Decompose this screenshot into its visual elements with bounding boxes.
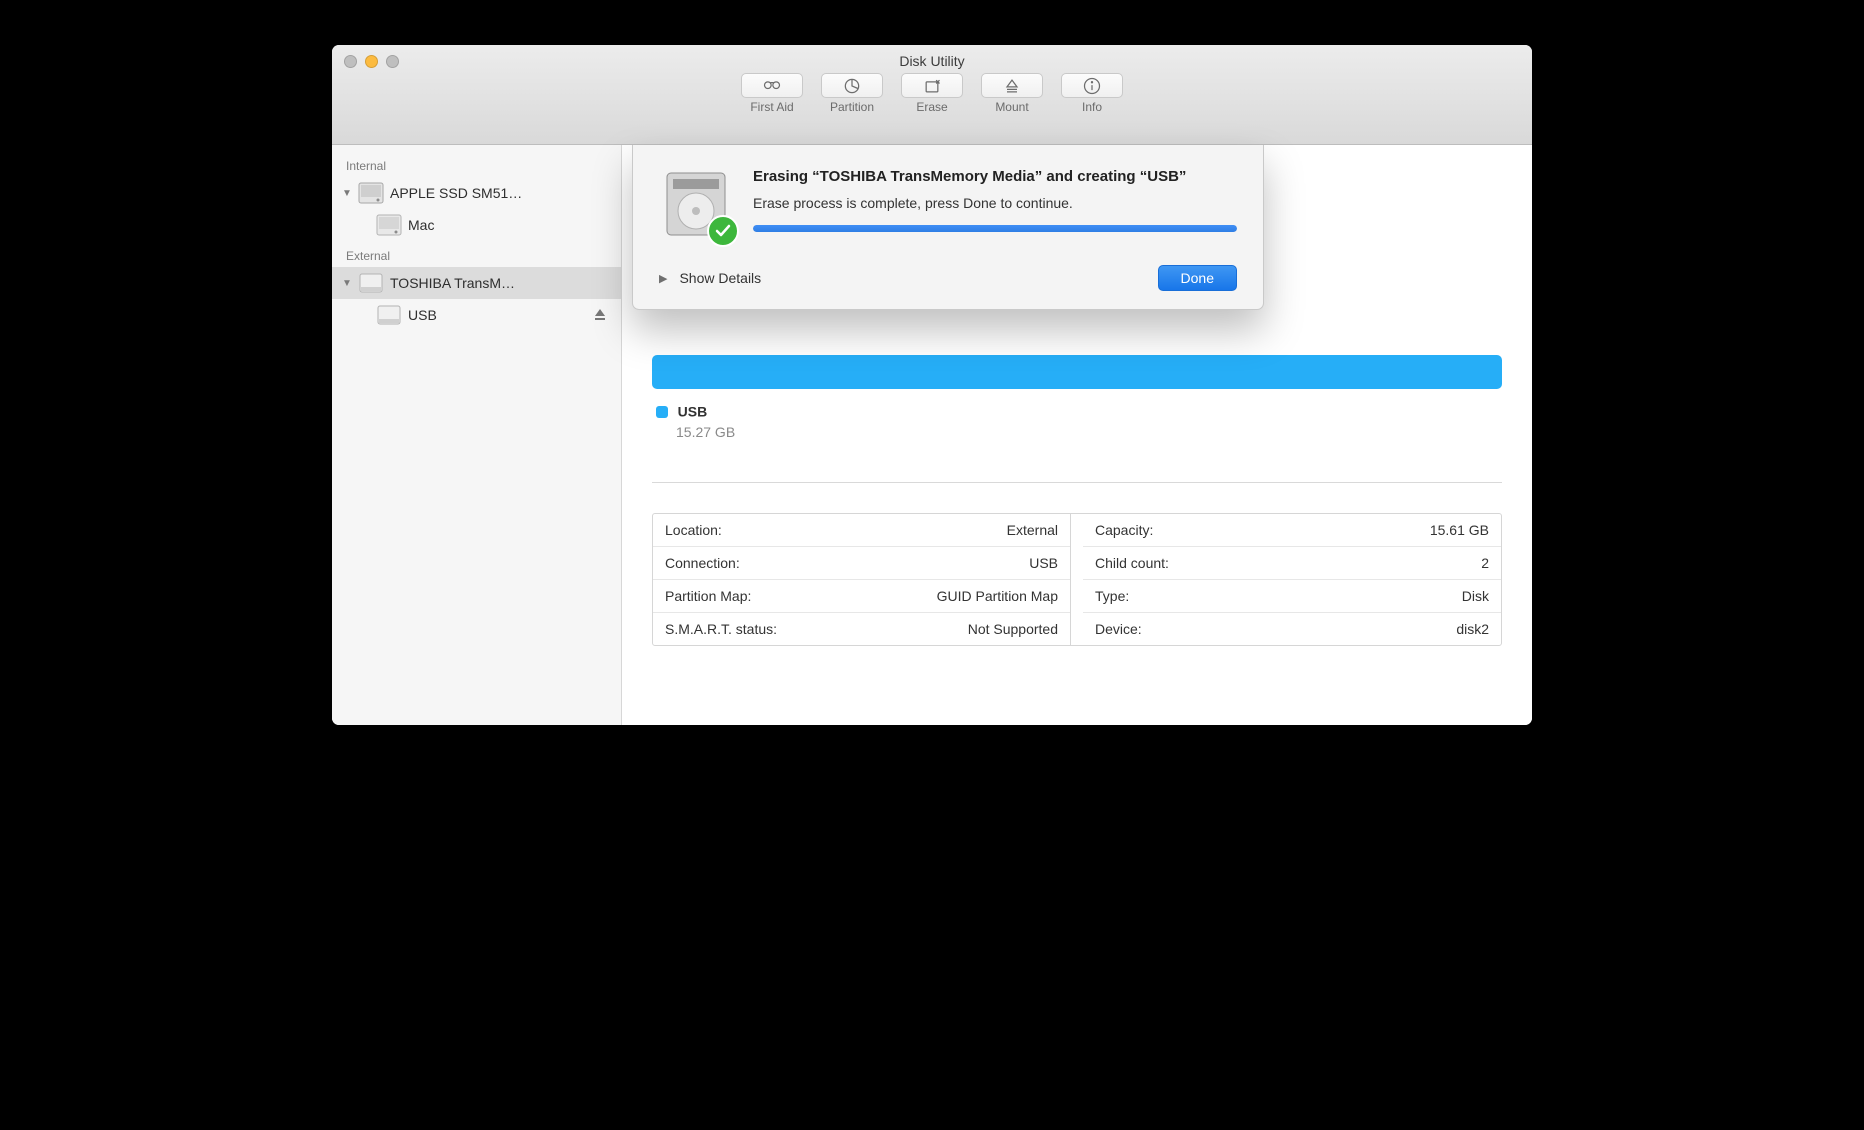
volume-info: USB 15.27 GB xyxy=(656,403,1502,440)
dialog-footer: ▶ Show Details Done xyxy=(659,265,1237,291)
first-aid-label: First Aid xyxy=(750,100,793,114)
sidebar-item-label: USB xyxy=(408,307,437,323)
info-key: S.M.A.R.T. status: xyxy=(665,621,777,637)
erase-label: Erase xyxy=(916,100,947,114)
window: Disk Utility First Aid Partition Erase xyxy=(332,45,1532,725)
volume-size: 15.27 GB xyxy=(676,424,1502,440)
info-val: 15.61 GB xyxy=(1430,522,1489,538)
sidebar-item-label: Mac xyxy=(408,217,434,233)
info-val: USB xyxy=(1029,555,1058,571)
titlebar: Disk Utility First Aid Partition Erase xyxy=(332,45,1532,145)
show-details-toggle[interactable]: ▶ Show Details xyxy=(659,270,761,286)
info-val: 2 xyxy=(1481,555,1489,571)
info-val: GUID Partition Map xyxy=(937,588,1058,604)
info-key: Location: xyxy=(665,522,722,538)
info-val: External xyxy=(1007,522,1058,538)
mount-icon xyxy=(981,73,1043,98)
progress-bar xyxy=(753,225,1237,232)
volume-name: USB xyxy=(678,404,708,420)
chevron-down-icon[interactable]: ▼ xyxy=(342,188,352,199)
info-val: disk2 xyxy=(1456,621,1489,637)
partition-tool[interactable]: Partition xyxy=(821,73,883,114)
external-drive-icon xyxy=(358,272,384,294)
sidebar-section-external: External xyxy=(332,241,621,267)
info-row: S.M.A.R.T. status: Not Supported xyxy=(653,613,1070,645)
hard-drive-icon xyxy=(358,182,384,204)
done-button[interactable]: Done xyxy=(1158,265,1237,291)
zoom-window-button[interactable] xyxy=(386,55,399,68)
traffic-lights xyxy=(344,55,399,68)
first-aid-tool[interactable]: First Aid xyxy=(741,73,803,114)
info-key: Connection: xyxy=(665,555,740,571)
erase-tool[interactable]: Erase xyxy=(901,73,963,114)
sidebar-item-mac[interactable]: Mac xyxy=(332,209,621,241)
sidebar-section-internal: Internal xyxy=(332,151,621,177)
volume-color-swatch xyxy=(656,406,668,418)
eject-icon[interactable] xyxy=(593,307,607,324)
disclosure-triangle-icon: ▶ xyxy=(659,272,667,285)
minimize-window-button[interactable] xyxy=(365,55,378,68)
hard-drive-icon xyxy=(376,214,402,236)
sidebar-item-label: APPLE SSD SM51… xyxy=(390,185,522,201)
erase-icon xyxy=(901,73,963,98)
mount-label: Mount xyxy=(995,100,1028,114)
first-aid-icon xyxy=(741,73,803,98)
sidebar: Internal ▼ APPLE SSD SM51… Mac External … xyxy=(332,145,622,725)
info-val: Not Supported xyxy=(968,621,1058,637)
show-details-label: Show Details xyxy=(679,270,761,286)
dialog-disk-icon xyxy=(659,167,733,241)
sidebar-item-label: TOSHIBA TransM… xyxy=(390,275,515,291)
info-label: Info xyxy=(1082,100,1102,114)
info-val: Disk xyxy=(1462,588,1489,604)
info-col-left: Location: External Connection: USB Partiti… xyxy=(653,514,1071,645)
info-row: Capacity: 15.61 GB xyxy=(1083,514,1501,547)
partition-icon xyxy=(821,73,883,98)
toolbar: First Aid Partition Erase Mount xyxy=(332,73,1532,114)
check-icon xyxy=(707,215,739,247)
sidebar-item-usb[interactable]: USB xyxy=(332,299,621,331)
info-row: Device: disk2 xyxy=(1083,613,1501,645)
info-row: Type: Disk xyxy=(1083,580,1501,613)
progress-fill xyxy=(753,225,1237,232)
window-title: Disk Utility xyxy=(332,45,1532,69)
info-tool[interactable]: Info xyxy=(1061,73,1123,114)
info-row: Partition Map: GUID Partition Map xyxy=(653,580,1070,613)
divider xyxy=(652,482,1502,483)
body: Internal ▼ APPLE SSD SM51… Mac External … xyxy=(332,145,1532,725)
erase-dialog: Erasing “TOSHIBA TransMemory Media” and … xyxy=(632,145,1264,310)
mount-tool[interactable]: Mount xyxy=(981,73,1043,114)
info-key: Device: xyxy=(1095,621,1142,637)
external-drive-icon xyxy=(376,304,402,326)
sidebar-item-internal-disk[interactable]: ▼ APPLE SSD SM51… xyxy=(332,177,621,209)
close-window-button[interactable] xyxy=(344,55,357,68)
partition-label: Partition xyxy=(830,100,874,114)
volume-map-bar xyxy=(652,355,1502,389)
sidebar-item-external-disk[interactable]: ▼ TOSHIBA TransM… xyxy=(332,267,621,299)
info-key: Partition Map: xyxy=(665,588,751,604)
info-col-right: Capacity: 15.61 GB Child count: 2 Type: Dis… xyxy=(1083,514,1501,645)
info-row: Location: External xyxy=(653,514,1070,547)
info-row: Connection: USB xyxy=(653,547,1070,580)
info-table: Location: External Connection: USB Partiti… xyxy=(652,513,1502,646)
info-key: Capacity: xyxy=(1095,522,1153,538)
info-key: Child count: xyxy=(1095,555,1169,571)
info-key: Type: xyxy=(1095,588,1129,604)
dialog-title: Erasing “TOSHIBA TransMemory Media” and … xyxy=(753,167,1237,187)
info-icon xyxy=(1061,73,1123,98)
dialog-header: Erasing “TOSHIBA TransMemory Media” and … xyxy=(659,167,1237,241)
chevron-down-icon[interactable]: ▼ xyxy=(342,278,352,289)
dialog-subtitle: Erase process is complete, press Done to… xyxy=(753,195,1237,211)
info-row: Child count: 2 xyxy=(1083,547,1501,580)
